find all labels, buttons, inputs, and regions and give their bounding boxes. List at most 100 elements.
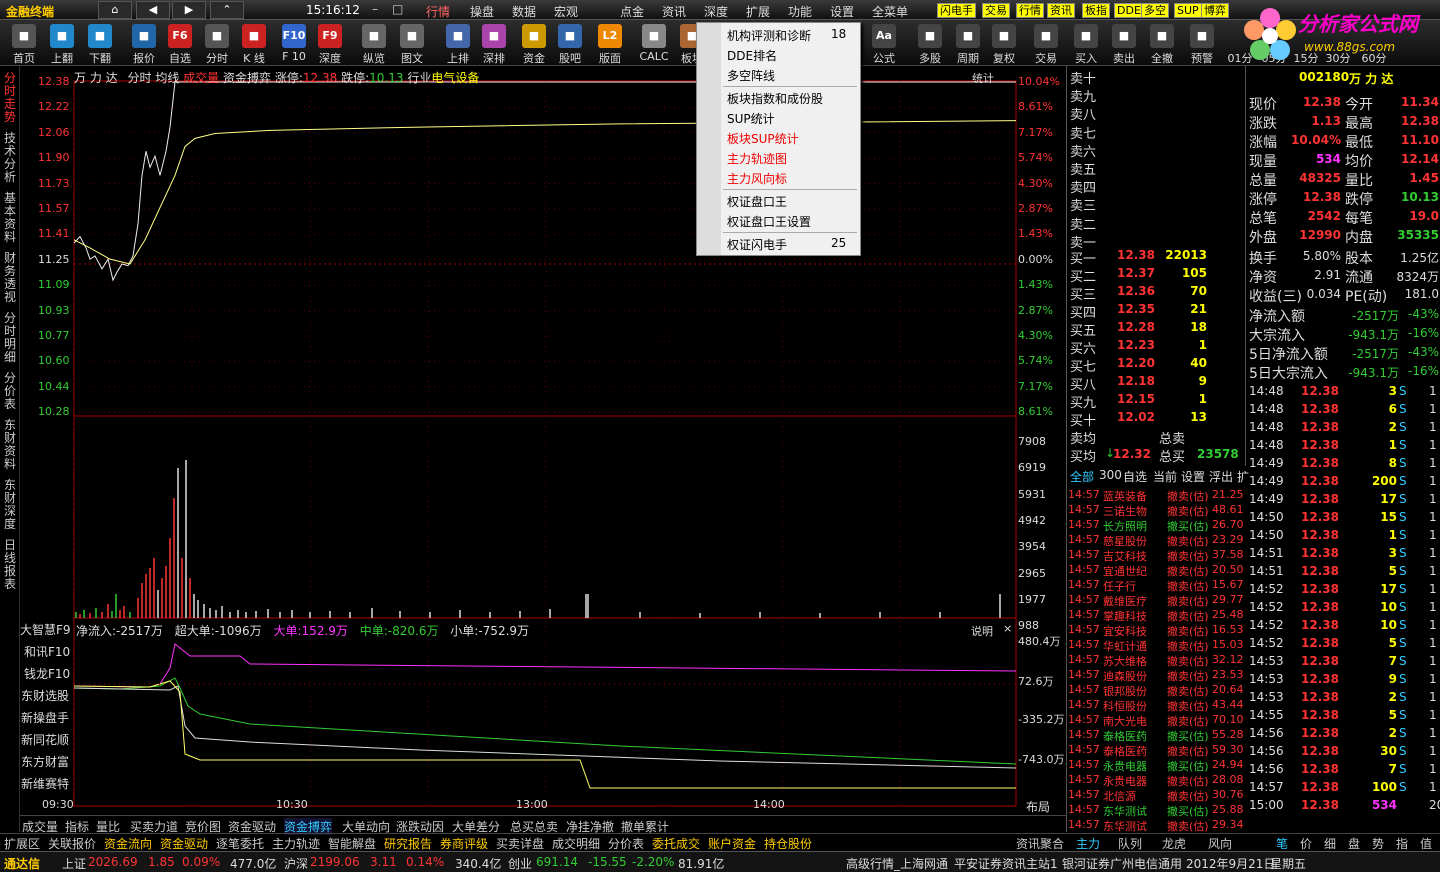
left-tab-1[interactable]: 技术分析 [2,132,18,184]
broker-site[interactable]: 银河证券广州电信通用 [1062,855,1182,872]
menu-item-5[interactable]: 板块SUP统计 [727,130,799,147]
menu-4[interactable]: 点金 [620,3,644,20]
ext-tab-4[interactable]: 逐笔委托 [216,835,264,852]
ext-tab-12[interactable]: 委托成交 [652,835,700,852]
right-tab-10[interactable]: 指 [1396,835,1408,852]
right-tab-7[interactable]: 细 [1324,835,1336,852]
menu-0[interactable]: 行情 [426,3,450,20]
menu-10[interactable]: 全菜单 [872,3,908,20]
ext-tab-2[interactable]: 资金流向 [104,835,152,852]
tag-5[interactable]: DDE [1114,3,1144,18]
quote-site[interactable]: 高级行情_上海网通 [846,855,948,872]
toolbar-right-button-4[interactable]: ■ 交易 [1028,22,1064,65]
toolbar-right-button-8[interactable]: ■ 预警 [1184,22,1220,65]
tag-0[interactable]: 闪电手 [937,3,976,18]
left-tab-0[interactable]: 分时走势 [2,72,18,124]
left-tab-3[interactable]: 财务透视 [2,252,18,304]
menu-item-8[interactable]: 权证盘口王 [727,193,787,210]
ext-tab-14[interactable]: 持仓股份 [764,835,812,852]
menu-item-10[interactable]: 权证闪电手 25 [727,236,846,253]
menu-1[interactable]: 操盘 [470,3,494,20]
right-tab-1[interactable]: 主力 [1076,835,1100,852]
menu-item-9[interactable]: 权证盘口王设置 [727,213,811,230]
toolbar-button-3[interactable]: ■ 报价 [126,22,162,65]
menu-item-0[interactable]: 机构评测和诊断 18 [727,27,846,44]
menu-item-3[interactable]: 板块指数和成份股 [727,90,823,107]
ext-tab-9[interactable]: 买卖详盘 [496,835,544,852]
toolbar-button-7[interactable]: F10 F 10 [276,22,312,64]
news-tab-0[interactable]: 全部 [1070,468,1094,485]
left-tab-8[interactable]: 日线报表 [2,539,18,591]
right-tab-5[interactable]: 笔 [1276,835,1288,852]
toolbar-button-13[interactable]: ■ 资金 [516,22,552,65]
flow-side-link-2[interactable]: 东财选股 [21,687,69,704]
tag-2[interactable]: 行情 [1016,3,1044,18]
flow-side-link-6[interactable]: 新维赛特 [21,775,69,792]
menu-item-7[interactable]: 主力风向标 [727,170,787,187]
ext-tab-1[interactable]: 关联报价 [48,835,96,852]
toolbar-right-button-1[interactable]: ■ 多股 [912,22,948,65]
back-button[interactable]: ◀ [136,1,170,19]
menu-item-4[interactable]: SUP统计 [727,110,775,127]
menu-7[interactable]: 扩展 [746,3,770,20]
toolbar-button-11[interactable]: ■ 上排 [440,22,476,65]
right-tab-8[interactable]: 盘 [1348,835,1360,852]
toolbar-right-button-6[interactable]: ■ 卖出 [1106,22,1142,65]
ext-tab-7[interactable]: 研究报告 [384,835,432,852]
menu-5[interactable]: 资讯 [662,3,686,20]
left-tab-5[interactable]: 分价表 [2,372,18,411]
menu-3[interactable]: 宏观 [554,3,578,20]
minimize-icon[interactable]: – [372,2,378,16]
ext-tab-10[interactable]: 成交明细 [552,835,600,852]
toolbar-right-button-7[interactable]: ■ 全撤 [1144,22,1180,65]
right-tab-3[interactable]: 龙虎 [1162,835,1186,852]
toolbar-button-10[interactable]: ■ 图文 [394,22,430,65]
ext-tab-13[interactable]: 账户资金 [708,835,756,852]
ext-tab-8[interactable]: 券商评级 [440,835,488,852]
toolbar-button-15[interactable]: L2 版面 [592,22,628,65]
ext-tab-0[interactable]: 扩展区 [4,835,40,852]
ext-tab-3[interactable]: 资金驱动 [160,835,208,852]
right-tab-11[interactable]: 值 [1420,835,1432,852]
tag-3[interactable]: 资讯 [1047,3,1075,18]
help-button[interactable]: 说明 [971,623,993,639]
toolbar-button-0[interactable]: ■ 首页 [6,22,42,65]
toolbar-right-button-5[interactable]: ■ 买入 [1068,22,1104,65]
tag-1[interactable]: 交易 [982,3,1010,18]
toolbar-button-9[interactable]: ■ 纵览 [356,22,392,65]
toolbar-button-16[interactable]: ■ CALC [636,22,672,64]
toolbar-button-1[interactable]: ■ 上翻 [44,22,80,65]
ext-tab-5[interactable]: 主力轨迹 [272,835,320,852]
left-tab-4[interactable]: 分时明细 [2,312,18,364]
menu-item-6[interactable]: 主力轨迹图 [727,150,787,167]
right-tab-6[interactable]: 价 [1300,835,1312,852]
menu-9[interactable]: 设置 [830,3,854,20]
forward-button[interactable]: ▶ [172,1,206,19]
restore-icon[interactable]: □ [392,2,403,16]
news-tab-3[interactable]: 当前 [1153,468,1177,485]
right-tab-9[interactable]: 势 [1372,835,1384,852]
left-tab-6[interactable]: 东财资料 [2,419,18,471]
tag-6[interactable]: 多空 [1141,3,1169,18]
toolbar-button-14[interactable]: ■ 股吧 [552,22,588,65]
layout-button[interactable]: 布局 [1026,798,1050,815]
flow-side-link-0[interactable]: 和讯F10 [24,643,70,660]
toolbar-right-button-2[interactable]: ■ 周期 [950,22,986,65]
right-tab-2[interactable]: 队列 [1118,835,1142,852]
left-tab-2[interactable]: 基本资料 [2,192,18,244]
toolbar-button-6[interactable]: ■ K 线 [236,22,272,65]
flow-side-link-5[interactable]: 东方财富 [21,753,69,770]
stat-button[interactable]: 统计 [972,70,994,86]
home-nav-button[interactable]: ⌂ [98,1,132,19]
toolbar-button-4[interactable]: F6 自选 [162,22,198,65]
news-tab-5[interactable]: 浮出 [1209,468,1233,485]
menu-8[interactable]: 功能 [788,3,812,20]
close-icon[interactable]: × [1003,622,1012,635]
news-tab-2[interactable]: 自选 [1123,468,1147,485]
flow-side-link-3[interactable]: 新操盘手 [21,709,69,726]
toolbar-button-5[interactable]: ■ 分时 [199,22,235,65]
news-tab-6[interactable]: 扩 [1237,468,1249,485]
toolbar-button-12[interactable]: ■ 深排 [476,22,512,65]
ext-tab-6[interactable]: 智能解盘 [328,835,376,852]
left-tab-7[interactable]: 东财深度 [2,479,18,531]
